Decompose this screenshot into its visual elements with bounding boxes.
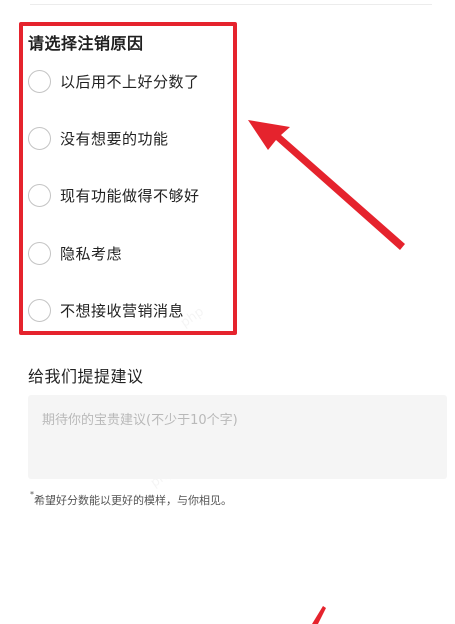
arrow-icon <box>312 606 326 624</box>
reason-option-label: 现有功能做得不够好 <box>60 186 200 205</box>
reason-option-label: 隐私考虑 <box>60 244 123 263</box>
reason-option[interactable]: 现有功能做得不够好 <box>28 181 200 209</box>
footnote-mark: * <box>30 490 34 499</box>
suggestion-title: 给我们提提建议 <box>28 367 144 386</box>
top-divider <box>30 0 432 5</box>
reason-option-label: 不想接收营销消息 <box>60 301 185 320</box>
arrow-icon <box>248 120 405 250</box>
reason-option[interactable]: 不想接收营销消息 <box>28 296 184 324</box>
radio-circle-icon[interactable] <box>28 241 51 265</box>
footnote-text: 希望好分数能以更好的模样，与你相见。 <box>34 494 232 507</box>
radio-circle-icon[interactable] <box>28 183 51 207</box>
reason-option[interactable]: 隐私考虑 <box>28 239 122 267</box>
radio-circle-icon[interactable] <box>28 298 51 322</box>
footnote: *希望好分数能以更好的模样，与你相见。 <box>30 490 232 508</box>
radio-circle-icon[interactable] <box>28 69 51 93</box>
reason-option[interactable]: 以后用不上好分数了 <box>28 67 200 95</box>
reason-option-label: 没有想要的功能 <box>60 129 169 148</box>
reason-option[interactable]: 没有想要的功能 <box>28 124 169 152</box>
radio-circle-icon[interactable] <box>28 126 51 150</box>
reason-option-label: 以后用不上好分数了 <box>60 72 200 91</box>
suggestion-input[interactable] <box>28 395 447 479</box>
reason-section-title: 请选择注销原因 <box>28 34 144 53</box>
